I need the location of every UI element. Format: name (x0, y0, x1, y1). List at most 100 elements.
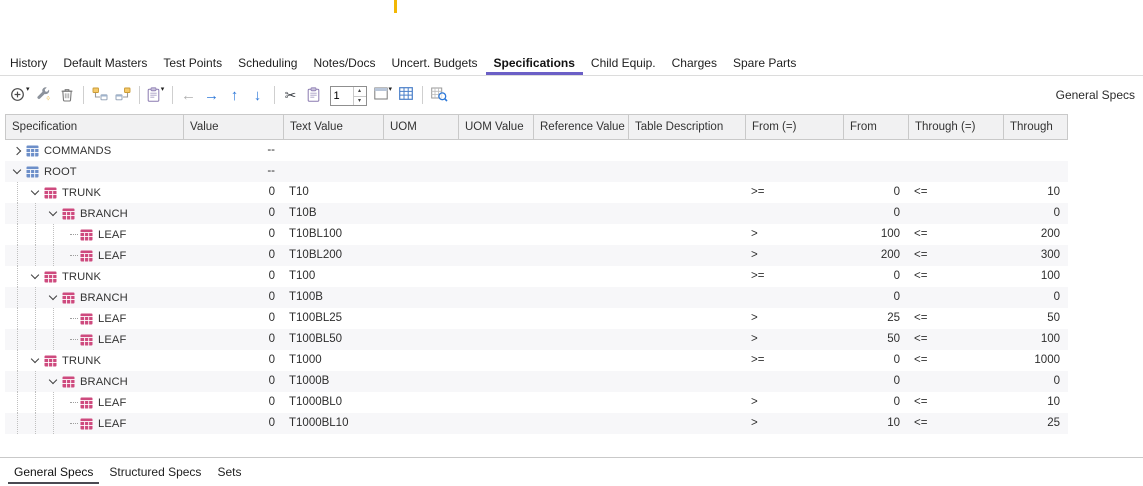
column-header-text-value[interactable]: Text Value (284, 115, 384, 139)
cell-table-description[interactable] (628, 413, 745, 434)
cell-table-description[interactable] (628, 224, 745, 245)
tab-specifications[interactable]: Specifications (486, 50, 583, 75)
cell-from-eq[interactable]: > (745, 224, 843, 245)
spec-row-commands-0[interactable]: COMMANDS-- (5, 140, 1068, 161)
cell-through[interactable] (1003, 140, 1068, 161)
cell-uom[interactable] (383, 287, 458, 308)
cell-value[interactable]: -- (183, 161, 283, 182)
cell-from[interactable]: 0 (843, 371, 908, 392)
cell-reference-value[interactable] (533, 245, 628, 266)
chevron-down-icon[interactable] (31, 271, 39, 279)
cell-through[interactable]: 0 (1003, 371, 1068, 392)
cell-reference-value[interactable] (533, 287, 628, 308)
column-header-uom-value[interactable]: UOM Value (459, 115, 534, 139)
cell-uom[interactable] (383, 182, 458, 203)
column-header-reference-value[interactable]: Reference Value (534, 115, 629, 139)
cell-through[interactable]: 100 (1003, 329, 1068, 350)
cell-through[interactable]: 50 (1003, 308, 1068, 329)
cell-value[interactable]: 0 (183, 245, 283, 266)
spec-row-t100bl25[interactable]: LEAF0T100BL25>25<=50 (5, 308, 1068, 329)
chevron-down-icon[interactable] (31, 187, 39, 195)
cell-value[interactable]: -- (183, 140, 283, 161)
cell-from-eq[interactable]: > (745, 245, 843, 266)
cell-from-eq[interactable]: >= (745, 266, 843, 287)
cell-text-value[interactable]: T100BL50 (283, 329, 383, 350)
cell-through[interactable]: 0 (1003, 287, 1068, 308)
spec-row-t1000bl10[interactable]: LEAF0T1000BL10>10<=25 (5, 413, 1068, 434)
cell-uom-value[interactable] (458, 371, 533, 392)
tab-history[interactable]: History (2, 50, 55, 75)
cell-value[interactable]: 0 (183, 329, 283, 350)
cell-uom-value[interactable] (458, 266, 533, 287)
cell-table-description[interactable] (628, 371, 745, 392)
spec-row-t10bl200[interactable]: LEAF0T10BL200>200<=300 (5, 245, 1068, 266)
cell-uom-value[interactable] (458, 224, 533, 245)
spec-count-input[interactable] (331, 87, 353, 105)
paste-special-button[interactable]: ▾ (145, 83, 167, 107)
chevron-right-icon[interactable] (13, 146, 21, 154)
cell-text-value[interactable]: T100B (283, 287, 383, 308)
cell-value[interactable]: 0 (183, 371, 283, 392)
chevron-down-icon[interactable] (49, 208, 57, 216)
cell-from[interactable]: 0 (843, 203, 908, 224)
expander[interactable] (9, 148, 25, 154)
cell-reference-value[interactable] (533, 224, 628, 245)
cell-through-eq[interactable]: <= (908, 266, 1003, 287)
cell-through[interactable]: 100 (1003, 266, 1068, 287)
cell-text-value[interactable]: T10BL200 (283, 245, 383, 266)
expander[interactable] (27, 359, 43, 362)
cell-from[interactable]: 10 (843, 413, 908, 434)
tab-uncert-budgets[interactable]: Uncert. Budgets (384, 50, 486, 75)
column-header-value[interactable]: Value (184, 115, 284, 139)
cell-through-eq[interactable] (908, 203, 1003, 224)
bottom-tab-structured-specs[interactable]: Structured Specs (103, 460, 207, 484)
cell-text-value[interactable]: T10B (283, 203, 383, 224)
cell-from-eq[interactable] (745, 287, 843, 308)
expander[interactable] (45, 212, 61, 215)
cell-from-eq[interactable]: > (745, 308, 843, 329)
expander[interactable] (45, 380, 61, 383)
cell-value[interactable]: 0 (183, 308, 283, 329)
move-down-button[interactable]: ↓ (247, 83, 269, 107)
cell-uom-value[interactable] (458, 287, 533, 308)
cell-uom[interactable] (383, 224, 458, 245)
spec-row-t100b[interactable]: BRANCH0T100B00 (5, 287, 1068, 308)
cell-text-value[interactable]: T1000BL0 (283, 392, 383, 413)
cell-from[interactable]: 50 (843, 329, 908, 350)
cell-from-eq[interactable]: >= (745, 350, 843, 371)
spec-row-t1000b[interactable]: BRANCH0T1000B00 (5, 371, 1068, 392)
column-header-from[interactable]: From (=) (746, 115, 844, 139)
cell-value[interactable]: 0 (183, 287, 283, 308)
spec-row-root-1[interactable]: ROOT-- (5, 161, 1068, 182)
cell-uom-value[interactable] (458, 182, 533, 203)
cell-through-eq[interactable] (908, 161, 1003, 182)
cell-uom[interactable] (383, 308, 458, 329)
spec-row-t1000bl0[interactable]: LEAF0T1000BL0>0<=10 (5, 392, 1068, 413)
spec-row-t10[interactable]: TRUNK0T10>=0<=10 (5, 182, 1068, 203)
cell-table-description[interactable] (628, 308, 745, 329)
tab-notes-docs[interactable]: Notes/Docs (305, 50, 383, 75)
cell-table-description[interactable] (628, 287, 745, 308)
tab-child-equip[interactable]: Child Equip. (583, 50, 664, 75)
forward-button[interactable]: → (201, 83, 223, 107)
cell-uom[interactable] (383, 140, 458, 161)
bottom-tab-general-specs[interactable]: General Specs (8, 460, 99, 484)
column-header-specification[interactable]: Specification (6, 115, 184, 139)
expander[interactable] (9, 170, 25, 173)
cell-text-value[interactable]: T10BL100 (283, 224, 383, 245)
cell-text-value[interactable]: T1000BL10 (283, 413, 383, 434)
cell-from[interactable] (843, 140, 908, 161)
cell-reference-value[interactable] (533, 371, 628, 392)
cell-from[interactable] (843, 161, 908, 182)
tab-spare-parts[interactable]: Spare Parts (725, 50, 804, 75)
cell-through-eq[interactable]: <= (908, 224, 1003, 245)
delete-button[interactable] (56, 83, 78, 107)
spec-count-spinner[interactable]: ▴▾ (330, 86, 367, 106)
table-view-button[interactable] (395, 83, 417, 107)
cell-from[interactable]: 0 (843, 182, 908, 203)
spec-row-t10bl100[interactable]: LEAF0T10BL100>100<=200 (5, 224, 1068, 245)
cell-table-description[interactable] (628, 182, 745, 203)
cell-reference-value[interactable] (533, 266, 628, 287)
modify-button[interactable] (33, 83, 55, 107)
cell-from[interactable]: 0 (843, 392, 908, 413)
